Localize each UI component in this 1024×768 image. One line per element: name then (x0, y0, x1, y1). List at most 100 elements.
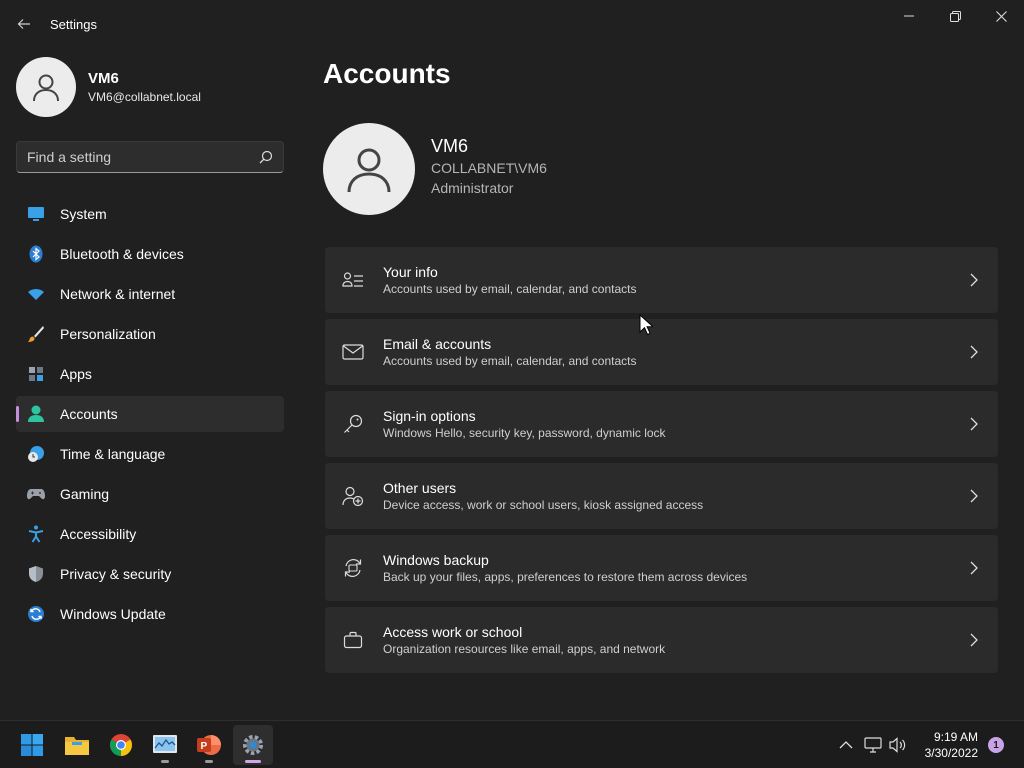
globe-clock-icon (26, 444, 46, 464)
active-app-indicator (245, 760, 261, 763)
update-icon (26, 604, 46, 624)
chevron-right-icon (970, 489, 978, 503)
option-title: Access work or school (383, 624, 523, 640)
title-bar: Settings (0, 0, 1024, 48)
sidebar-item-network[interactable]: Network & internet (16, 276, 284, 312)
sidebar-item-bluetooth[interactable]: Bluetooth & devices (16, 236, 284, 272)
option-title: Windows backup (383, 552, 489, 568)
option-your-info[interactable]: Your info Accounts used by email, calend… (325, 247, 998, 313)
sidebar-item-time-language[interactable]: Time & language (16, 436, 284, 472)
network-tray-button[interactable] (863, 735, 883, 755)
sidebar-item-personalization[interactable]: Personalization (16, 316, 284, 352)
brush-icon (26, 324, 46, 344)
taskbar-settings[interactable] (233, 725, 273, 765)
taskbar-chrome[interactable] (101, 725, 141, 765)
user-card: VM6 COLLABNET\VM6 Administrator (323, 123, 547, 215)
back-arrow-icon (17, 19, 30, 29)
show-hidden-icons-button[interactable] (836, 735, 856, 755)
chevron-up-icon (839, 741, 853, 749)
briefcase-icon (325, 631, 381, 649)
sidebar-item-accessibility[interactable]: Accessibility (16, 516, 284, 552)
chevron-right-icon (970, 345, 978, 359)
user-role: Administrator (431, 180, 514, 196)
volume-icon (889, 737, 906, 753)
chrome-icon (110, 734, 132, 756)
option-description: Organization resources like email, apps,… (383, 642, 666, 656)
chevron-right-icon (970, 417, 978, 431)
sidebar-item-windows-update[interactable]: Windows Update (16, 596, 284, 632)
clock-date: 3/30/2022 (924, 746, 978, 760)
sidebar-item-system[interactable]: System (16, 196, 284, 232)
person-avatar-icon (33, 74, 59, 102)
minimize-button[interactable] (886, 0, 932, 32)
wifi-icon (26, 284, 46, 304)
option-windows-backup[interactable]: Windows backup Back up your files, apps,… (325, 535, 998, 601)
option-title: Your info (383, 264, 438, 280)
restore-button[interactable] (932, 0, 978, 32)
taskbar-powerpoint[interactable]: P (189, 725, 229, 765)
sidebar-item-label: Privacy & security (60, 566, 172, 582)
search-input[interactable] (27, 149, 259, 165)
minimize-icon (904, 15, 914, 17)
taskbar: P 9:19 AM 3/30/2022 1 (0, 720, 1024, 768)
sidebar-item-label: Gaming (60, 486, 110, 502)
user-avatar (323, 123, 415, 215)
running-indicator (205, 760, 213, 763)
start-button[interactable] (12, 725, 52, 765)
user-name: VM6 (431, 136, 469, 156)
settings-app-icon (243, 735, 263, 755)
sidebar-item-apps[interactable]: Apps (16, 356, 284, 392)
sidebar-item-gaming[interactable]: Gaming (16, 476, 284, 512)
bluetooth-icon (26, 244, 46, 264)
profile-email: VM6@collabnet.local (88, 90, 201, 104)
key-icon (325, 414, 381, 434)
close-button[interactable] (978, 0, 1024, 32)
sidebar-item-label: Windows Update (60, 606, 166, 622)
sidebar-item-label: Accounts (60, 406, 118, 422)
sidebar-item-privacy[interactable]: Privacy & security (16, 556, 284, 592)
accessibility-icon (26, 524, 46, 544)
mail-icon (325, 344, 381, 360)
sidebar-item-label: Accessibility (60, 526, 137, 542)
notification-badge[interactable]: 1 (988, 737, 1004, 753)
sidebar-item-label: Bluetooth & devices (60, 246, 184, 262)
option-email-accounts[interactable]: Email & accounts Accounts used by email,… (325, 319, 998, 385)
person-icon (26, 404, 46, 424)
clock-time: 9:19 AM (933, 730, 978, 744)
option-sign-in-options[interactable]: Sign-in options Windows Hello, security … (325, 391, 998, 457)
volume-tray-button[interactable] (888, 735, 908, 755)
chevron-right-icon (970, 561, 978, 575)
back-button[interactable] (12, 12, 36, 36)
option-description: Back up your files, apps, preferences to… (383, 570, 748, 584)
network-icon (864, 737, 882, 753)
search-icon[interactable] (259, 150, 273, 164)
backup-icon (325, 557, 381, 579)
search-box[interactable] (16, 141, 284, 173)
sidebar-item-label: Time & language (60, 446, 166, 462)
person-card-icon (325, 271, 381, 289)
option-other-users[interactable]: Other users Device access, work or schoo… (325, 463, 998, 529)
sidebar-item-label: System (60, 206, 107, 222)
option-description: Device access, work or school users, kio… (383, 498, 704, 512)
start-icon (21, 734, 43, 756)
sidebar-item-label: Network & internet (60, 286, 176, 302)
task-manager-icon (153, 735, 177, 753)
add-person-icon (325, 486, 381, 506)
chevron-right-icon (970, 633, 978, 647)
option-access-work-school[interactable]: Access work or school Organization resou… (325, 607, 998, 673)
taskbar-clock[interactable]: 9:19 AM 3/30/2022 (918, 729, 978, 761)
profile-header[interactable]: VM6 VM6@collabnet.local (16, 57, 201, 117)
shield-icon (26, 564, 46, 584)
option-description: Accounts used by email, calendar, and co… (383, 354, 637, 368)
option-description: Windows Hello, security key, password, d… (383, 426, 666, 440)
chevron-right-icon (970, 273, 978, 287)
user-domain: COLLABNET\VM6 (431, 160, 547, 176)
gamepad-icon (26, 484, 46, 504)
restore-icon (949, 10, 961, 22)
apps-icon (26, 364, 46, 384)
taskbar-file-explorer[interactable] (57, 725, 97, 765)
taskbar-task-manager[interactable] (145, 725, 185, 765)
file-explorer-icon (65, 737, 89, 755)
system-icon (26, 204, 46, 224)
sidebar-item-accounts[interactable]: Accounts (16, 396, 284, 432)
